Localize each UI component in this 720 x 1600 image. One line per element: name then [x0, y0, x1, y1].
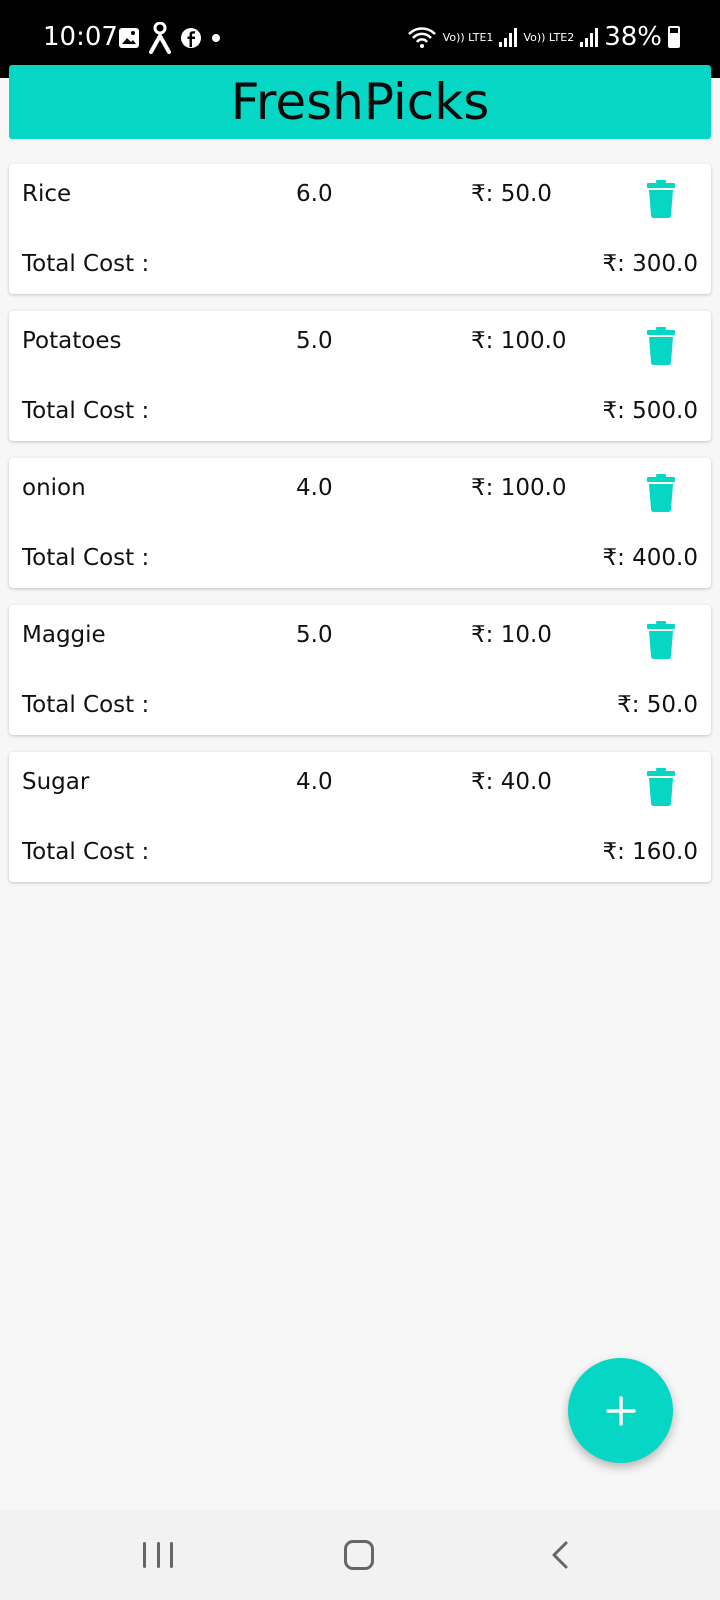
item-quantity: 4.0	[296, 769, 333, 795]
dot-icon	[212, 34, 220, 42]
item-price: ₹: 40.0	[471, 769, 552, 795]
list-item[interactable]: Sugar 4.0 ₹: 40.0 Total Cost : ₹: 160.0	[9, 752, 711, 882]
item-name: Sugar	[22, 769, 90, 795]
total-cost-label: Total Cost :	[22, 839, 150, 865]
total-cost-value: ₹: 500.0	[602, 398, 698, 424]
delete-icon[interactable]	[646, 327, 676, 365]
total-cost-value: ₹: 50.0	[617, 692, 698, 718]
home-icon[interactable]	[344, 1540, 374, 1570]
item-price: ₹: 100.0	[471, 475, 567, 501]
network-label-1: Vo)) LTE1	[442, 30, 494, 44]
signal-icon	[580, 27, 599, 47]
total-cost-value: ₹: 300.0	[602, 251, 698, 277]
gallery-icon	[119, 28, 139, 48]
list-item[interactable]: Potatoes 5.0 ₹: 100.0 Total Cost : ₹: 50…	[9, 311, 711, 441]
wifi-icon	[407, 27, 436, 48]
item-name: Rice	[22, 181, 72, 207]
back-icon[interactable]	[549, 1540, 571, 1570]
item-name: onion	[22, 475, 86, 501]
delete-icon[interactable]	[646, 768, 676, 806]
add-item-button[interactable]	[568, 1358, 673, 1463]
signal-icon	[499, 27, 518, 47]
item-quantity: 5.0	[296, 622, 333, 648]
item-quantity: 6.0	[296, 181, 333, 207]
item-price: ₹: 50.0	[471, 181, 552, 207]
accessibility-icon	[149, 22, 171, 54]
item-price: ₹: 100.0	[471, 328, 567, 354]
plus-icon	[605, 1395, 636, 1426]
total-cost-label: Total Cost :	[22, 692, 150, 718]
delete-icon[interactable]	[646, 474, 676, 512]
status-right: Vo)) LTE1 Vo)) LTE2 38%	[407, 22, 680, 52]
app-header: FreshPicks	[9, 65, 711, 139]
item-quantity: 4.0	[296, 475, 333, 501]
delete-icon[interactable]	[646, 180, 676, 218]
total-cost-label: Total Cost :	[22, 251, 150, 277]
total-cost-value: ₹: 400.0	[602, 545, 698, 571]
list-item[interactable]: onion 4.0 ₹: 100.0 Total Cost : ₹: 400.0	[9, 458, 711, 588]
status-time: 10:07	[43, 22, 118, 52]
item-price: ₹: 10.0	[471, 622, 552, 648]
delete-icon[interactable]	[646, 621, 676, 659]
list-item[interactable]: Rice 6.0 ₹: 50.0 Total Cost : ₹: 300.0	[9, 164, 711, 294]
nav-bar	[0, 1510, 720, 1600]
app-title: FreshPicks	[230, 73, 490, 131]
item-name: Maggie	[22, 622, 106, 648]
recents-icon[interactable]	[143, 1542, 173, 1568]
facebook-icon	[181, 28, 201, 48]
battery-icon	[668, 26, 680, 48]
network-label-2: Vo)) LTE2	[523, 30, 575, 44]
item-name: Potatoes	[22, 328, 122, 354]
total-cost-label: Total Cost :	[22, 545, 150, 571]
total-cost-label: Total Cost :	[22, 398, 150, 424]
list-item[interactable]: Maggie 5.0 ₹: 10.0 Total Cost : ₹: 50.0	[9, 605, 711, 735]
notification-icons	[118, 22, 222, 54]
total-cost-value: ₹: 160.0	[602, 839, 698, 865]
battery-percent: 38%	[604, 22, 662, 52]
item-quantity: 5.0	[296, 328, 333, 354]
